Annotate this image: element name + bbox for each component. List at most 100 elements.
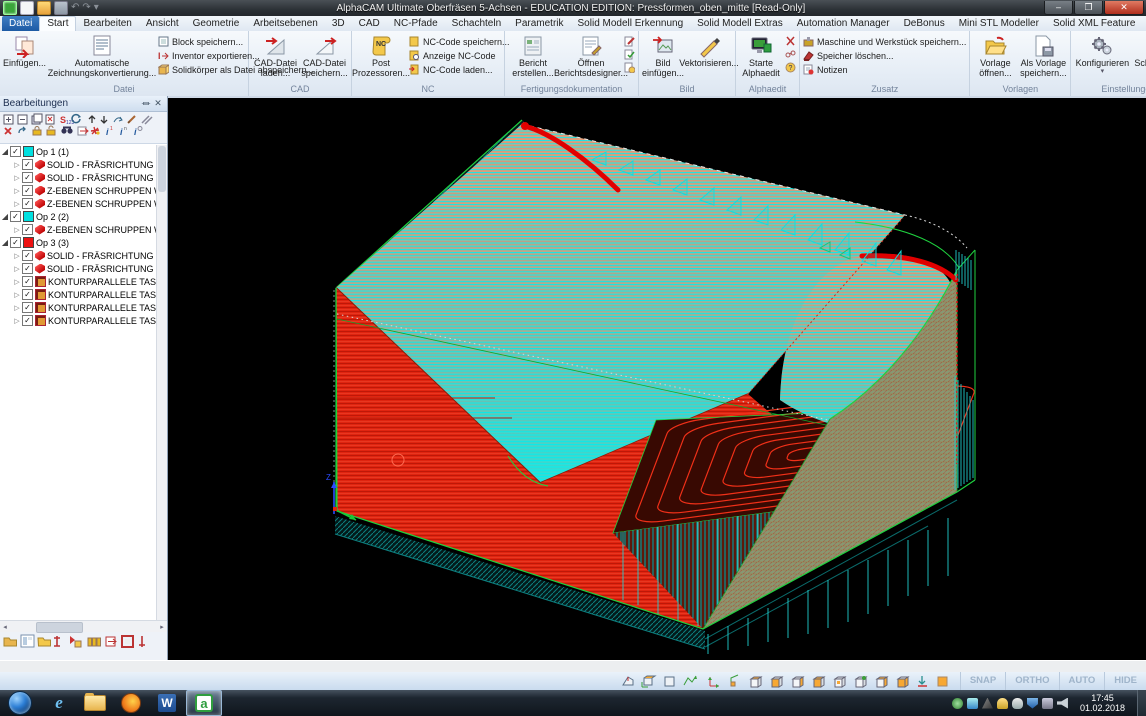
- expander-icon[interactable]: ◢: [0, 147, 10, 156]
- checkbox[interactable]: ✓: [22, 289, 33, 300]
- tab-schachteln[interactable]: Schachteln: [445, 16, 508, 31]
- checkbox[interactable]: ✓: [22, 185, 33, 196]
- post-prozessoren-button[interactable]: NC Post Prozessoren...: [355, 33, 407, 79]
- als-vorlage-speichern-button[interactable]: Als Vorlage speichern...: [1019, 33, 1067, 79]
- shield-icon[interactable]: [1027, 698, 1038, 709]
- viewport-canvas[interactable]: Z: [168, 98, 1146, 660]
- maximize-button[interactable]: ❐: [1074, 1, 1103, 15]
- checkbox[interactable]: ✓: [10, 146, 21, 157]
- bild-einfuegen-button[interactable]: Bild einfügen...: [642, 33, 684, 79]
- checkbox[interactable]: ✓: [22, 263, 33, 274]
- alphaedit-help-icon[interactable]: ?: [785, 62, 796, 73]
- graphics-icon[interactable]: [982, 698, 993, 709]
- panel-toolbar[interactable]: S123 i1 in i: [0, 112, 167, 144]
- taskbar-item-internet-explorer[interactable]: e: [42, 691, 76, 715]
- tab-datei[interactable]: Datei: [2, 16, 39, 31]
- cad-datei-speichern-button[interactable]: CAD-Datei speichern...: [301, 33, 348, 79]
- link-icon[interactable]: [785, 49, 796, 60]
- tree-item-op3[interactable]: ◢ ✓ Op 3 (3): [0, 236, 167, 249]
- checkbox[interactable]: ✓: [22, 250, 33, 261]
- show-desktop-button[interactable]: [1137, 690, 1146, 716]
- document-edit-icon[interactable]: [624, 36, 635, 47]
- bericht-erstellen-button[interactable]: Bericht erstellen...: [508, 33, 558, 79]
- cad-datei-laden-button[interactable]: CAD-Datei laden...: [252, 33, 299, 79]
- panel-close-icon[interactable]: ✕: [152, 98, 164, 109]
- expander-icon[interactable]: ▷: [12, 174, 22, 182]
- ortho-toggle[interactable]: ORTHO: [1005, 672, 1058, 690]
- tree-item[interactable]: ▷ ✓ KONTURPARALLELE TASCHE - SCH: [0, 288, 167, 301]
- auto-toggle[interactable]: AUTO: [1059, 672, 1105, 690]
- tree-item[interactable]: ▷ ✓ Z-EBENEN SCHRUPPEN WERKZEU: [0, 184, 167, 197]
- hide-toggle[interactable]: HIDE: [1104, 672, 1146, 690]
- speicher-loeschen-button[interactable]: Speicher löschen...: [803, 49, 966, 62]
- tree-item[interactable]: ▷ ✓ SOLID - FRÄSRICHTUNG WERKZE: [0, 262, 167, 275]
- vektorisieren-button[interactable]: Vektorisieren...: [686, 33, 732, 70]
- vorlage-oeffnen-button[interactable]: Vorlage öffnen...: [973, 33, 1017, 79]
- checkbox[interactable]: ✓: [22, 302, 33, 313]
- notizen-button[interactable]: Notizen: [803, 63, 966, 76]
- checkbox[interactable]: ✓: [22, 224, 33, 235]
- tab-solid-xml-feature[interactable]: Solid XML Feature: [1046, 16, 1142, 31]
- tab-add-ins-makros[interactable]: Add-Ins/Makros: [1142, 16, 1146, 31]
- taskbar-item-word[interactable]: W: [150, 691, 184, 715]
- expander-icon[interactable]: ▷: [12, 304, 22, 312]
- einfuegen-button[interactable]: Einfügen...: [3, 33, 46, 70]
- save-icon[interactable]: [54, 1, 68, 15]
- cut-icon[interactable]: [785, 36, 796, 47]
- status-check-icon[interactable]: [952, 698, 963, 709]
- open-folder-icon[interactable]: [37, 1, 51, 15]
- expander-icon[interactable]: ▷: [12, 278, 22, 286]
- close-button[interactable]: ✕: [1104, 1, 1144, 15]
- expander-icon[interactable]: ▷: [12, 317, 22, 325]
- tab-cad[interactable]: CAD: [352, 16, 387, 31]
- tab-arbeitsebenen[interactable]: Arbeitsebenen: [246, 16, 325, 31]
- expander-icon[interactable]: ▷: [12, 161, 22, 169]
- taskbar-item-firefox[interactable]: [114, 691, 148, 715]
- tree-item[interactable]: ▷ ✓ SOLID - FRÄSRICHTUNG WERKZE: [0, 249, 167, 262]
- checkbox[interactable]: ✓: [22, 315, 33, 326]
- panel-toolbar-icons[interactable]: S123 i1 in i: [2, 113, 162, 139]
- mouse-icon[interactable]: [1012, 698, 1023, 709]
- checkbox[interactable]: ✓: [22, 159, 33, 170]
- tree-item[interactable]: ▷ ✓ Z-EBENEN SCHRUPPEN WERKZEU: [0, 197, 167, 210]
- operations-tree[interactable]: ◢ ✓ Op 1 (1) ▷ ✓ SOLID - FRÄSRICHTUNG WE…: [0, 144, 167, 620]
- minimize-button[interactable]: –: [1044, 1, 1073, 15]
- nc-code-speichern-button[interactable]: NC-Code speichern...: [409, 35, 510, 48]
- taskbar-clock[interactable]: 17:45 01.02.2018: [1072, 693, 1133, 713]
- tab-bearbeiten[interactable]: Bearbeiten: [76, 16, 138, 31]
- new-document-icon[interactable]: [20, 1, 34, 15]
- checkbox[interactable]: ✓: [22, 276, 33, 287]
- oeffnen-berichtsdesigner-button[interactable]: Öffnen Berichtsdesigner...: [560, 33, 622, 79]
- tree-horizontal-scrollbar[interactable]: ◂ ▸: [0, 620, 167, 632]
- checkbox[interactable]: ✓: [22, 172, 33, 183]
- expander-icon[interactable]: ▷: [12, 252, 22, 260]
- redo-icon[interactable]: ↷: [82, 2, 90, 14]
- automatische-zeichnungskonvertierung-button[interactable]: Automatische Zeichnungskonvertierung...: [48, 33, 156, 79]
- anzeige-nc-code-button[interactable]: Anzeige NC-Code: [409, 49, 510, 62]
- alphacam-logo-icon[interactable]: [3, 1, 17, 15]
- key-icon[interactable]: [997, 698, 1008, 709]
- tree-item[interactable]: ▷ ✓ SOLID - FRÄSRICHTUNG WERKZE: [0, 171, 167, 184]
- document-help-icon[interactable]: [624, 62, 635, 73]
- pin-icon[interactable]: ⏛: [140, 97, 152, 110]
- tab-start[interactable]: Start: [39, 16, 76, 31]
- checkbox[interactable]: ✓: [10, 211, 21, 222]
- schriftarten-button[interactable]: T Schriftarten ▾: [1132, 33, 1146, 76]
- tab-solid-modell-erkennung[interactable]: Solid Modell Erkennung: [571, 16, 691, 31]
- tab-parametrik[interactable]: Parametrik: [508, 16, 570, 31]
- tree-item[interactable]: ▷ ✓ Z-EBENEN SCHRUPPEN WERKZEU: [0, 223, 167, 236]
- scroll-left-icon[interactable]: ◂: [0, 623, 10, 631]
- scroll-right-icon[interactable]: ▸: [157, 623, 167, 631]
- tree-item[interactable]: ▷ ✓ SOLID - FRÄSRICHTUNG WERKZE: [0, 158, 167, 171]
- expander-icon[interactable]: ▷: [12, 291, 22, 299]
- document-check-icon[interactable]: [624, 49, 635, 60]
- messenger-icon[interactable]: [967, 698, 978, 709]
- viewport[interactable]: Z: [168, 96, 1146, 660]
- tab-solid-modell-extras[interactable]: Solid Modell Extras: [690, 16, 790, 31]
- tab-automation-manager[interactable]: Automation Manager: [790, 16, 897, 31]
- network-icon[interactable]: [1042, 698, 1053, 709]
- tab-3d[interactable]: 3D: [325, 16, 352, 31]
- scrollbar-thumb[interactable]: [36, 622, 82, 633]
- nc-code-laden-button[interactable]: NC-Code laden...: [409, 63, 510, 76]
- tab-debonus[interactable]: DeBonus: [897, 16, 952, 31]
